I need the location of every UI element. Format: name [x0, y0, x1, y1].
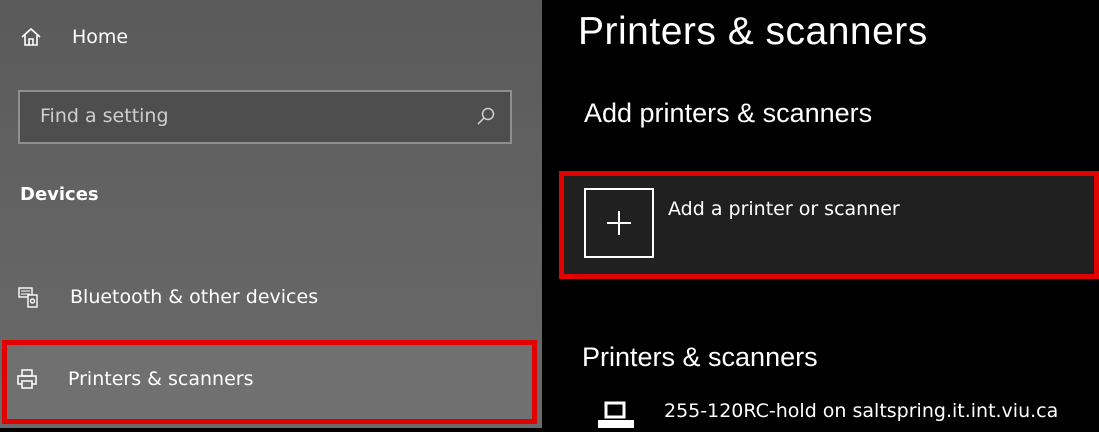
sidebar: Home Find a setting Devices Bluetooth & …	[0, 0, 542, 428]
bluetooth-devices-icon	[18, 286, 40, 308]
home-icon	[20, 26, 42, 48]
page-title: Printers & scanners	[578, 10, 928, 53]
sidebar-item-label: Bluetooth & other devices	[70, 286, 319, 308]
printer-icon	[598, 398, 634, 428]
sidebar-item-label: Printers & scanners	[68, 368, 254, 390]
plus-icon	[584, 188, 654, 258]
add-printer-button[interactable]: Add a printer or scanner	[559, 171, 1099, 279]
printer-name: 255-120RC-hold on saltspring.it.int.viu.…	[664, 400, 1059, 422]
sidebar-item-bluetooth[interactable]: Bluetooth & other devices	[18, 277, 318, 317]
search-placeholder: Find a setting	[40, 105, 169, 127]
printers-list-heading: Printers & scanners	[582, 342, 818, 372]
section-heading-devices: Devices	[20, 184, 99, 205]
list-item[interactable]: 255-120RC-hold on saltspring.it.int.viu.…	[598, 398, 1058, 428]
search-icon[interactable]	[476, 106, 496, 126]
add-printer-label: Add a printer or scanner	[668, 198, 900, 220]
sidebar-item-printers[interactable]: Printers & scanners	[16, 359, 253, 399]
nav-home[interactable]: Home	[20, 22, 128, 52]
main-content: Printers & scanners Add printers & scann…	[542, 0, 1099, 428]
home-label: Home	[72, 26, 129, 48]
printer-icon	[16, 368, 38, 390]
search-input[interactable]: Find a setting	[18, 90, 512, 144]
add-section-heading: Add printers & scanners	[584, 98, 873, 128]
